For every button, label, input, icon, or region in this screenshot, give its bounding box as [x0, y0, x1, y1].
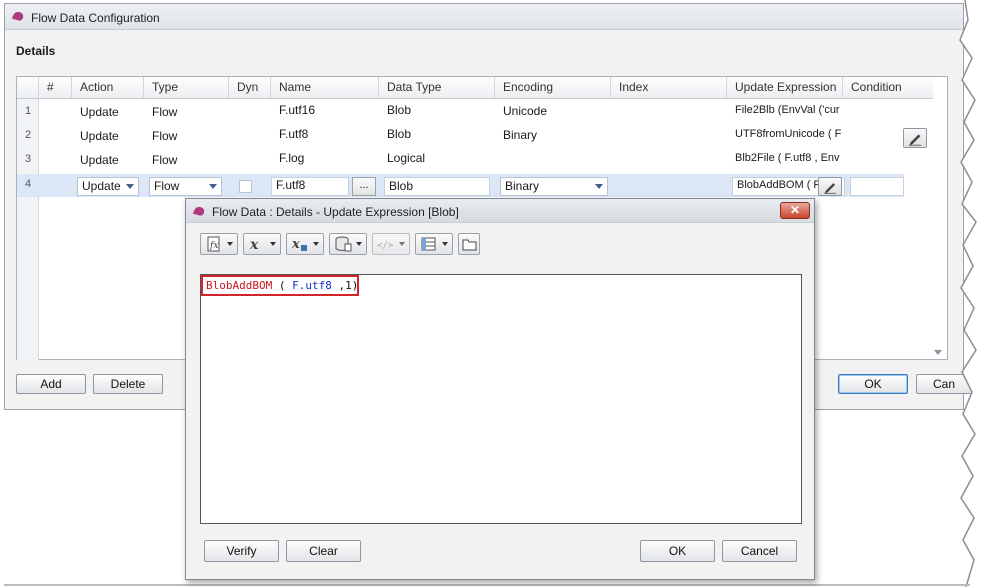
variable-x-icon: x — [291, 237, 307, 252]
chevron-down-icon — [442, 242, 448, 246]
chevron-down-icon — [356, 242, 362, 246]
chevron-down-icon — [227, 242, 233, 246]
update-expression-dialog: Flow Data : Details - Update Expression … — [185, 198, 815, 580]
function-doc-button[interactable]: fx — [200, 233, 238, 255]
expression-field: F.utf8 — [292, 279, 332, 292]
clear-button[interactable]: Clear — [286, 540, 361, 562]
database-button[interactable] — [329, 233, 367, 255]
verify-button[interactable]: Verify — [204, 540, 279, 562]
function-button[interactable]: x — [243, 233, 281, 255]
close-icon: ✕ — [789, 203, 801, 217]
close-button[interactable]: ✕ — [780, 202, 810, 219]
expression-args: ,1) — [331, 279, 359, 292]
folder-icon — [462, 239, 477, 251]
chevron-down-icon — [313, 242, 319, 246]
dialog-title: Flow Data : Details - Update Expression … — [212, 205, 459, 219]
dialog-ok-button[interactable]: OK — [640, 540, 715, 562]
database-icon — [335, 236, 352, 252]
svg-text:</>: </> — [377, 241, 394, 251]
variable-button[interactable]: x — [286, 233, 324, 255]
expression-open-paren: ( — [272, 279, 293, 292]
function-x-icon: x — [249, 237, 259, 252]
expression-highlight-box: BlobAddBOM ( F.utf8 ,1) — [201, 275, 359, 296]
expression-text[interactable]: BlobAddBOM ( F.utf8 ,1) — [206, 279, 358, 292]
svg-text:fx: fx — [209, 241, 218, 251]
dialog-titlebar[interactable]: Flow Data : Details - Update Expression … — [186, 199, 814, 223]
table-list-button[interactable] — [415, 233, 453, 255]
dialog-cancel-button[interactable]: Cancel — [722, 540, 797, 562]
code-tag-icon: </> — [377, 241, 394, 251]
function-doc-icon: fx — [207, 236, 220, 252]
app-logo-icon — [193, 206, 205, 216]
chevron-down-icon — [399, 242, 405, 246]
code-tag-button[interactable]: </> — [372, 233, 410, 255]
table-list-icon — [421, 237, 436, 251]
expression-editor[interactable]: BlobAddBOM ( F.utf8 ,1) — [200, 274, 802, 524]
folder-button[interactable] — [458, 233, 480, 255]
expression-function: BlobAddBOM — [206, 279, 273, 292]
svg-text:x: x — [249, 237, 259, 252]
svg-text:x: x — [291, 237, 300, 252]
chevron-down-icon — [270, 242, 276, 246]
